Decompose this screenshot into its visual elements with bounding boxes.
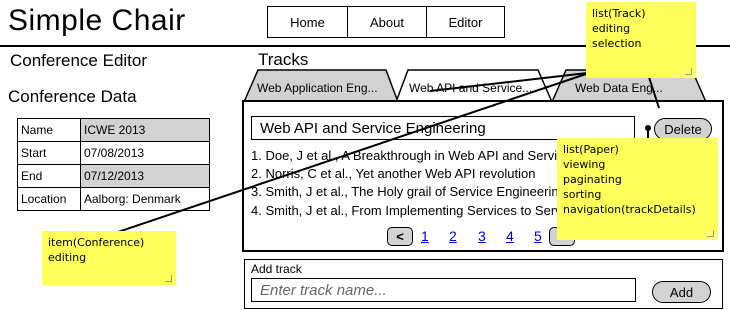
note-line: viewing — [563, 158, 606, 171]
track-sticky-note: list(Track) editing selection — [586, 2, 696, 78]
conference-sticky-note: item(Conference) editing — [42, 231, 176, 285]
connector-dot — [645, 125, 651, 131]
paper-sticky-note: list(Paper) viewing paginating sorting n… — [557, 138, 718, 240]
note-curl-icon — [165, 275, 172, 282]
note-line: navigation(trackDetails) — [563, 203, 696, 216]
note-line: selection — [592, 37, 642, 50]
note-curl-icon — [685, 68, 692, 75]
note-line: list(Track) — [592, 7, 646, 20]
note-line: item(Conference) — [48, 236, 145, 249]
track-note-connector — [429, 71, 597, 92]
note-line: editing — [592, 22, 631, 35]
note-line: sorting — [563, 188, 602, 201]
note-line: paginating — [563, 173, 622, 186]
note-line: editing — [48, 251, 87, 264]
conference-note-connector — [117, 70, 596, 233]
note-line: list(Paper) — [563, 143, 619, 156]
note-curl-icon — [707, 230, 714, 237]
